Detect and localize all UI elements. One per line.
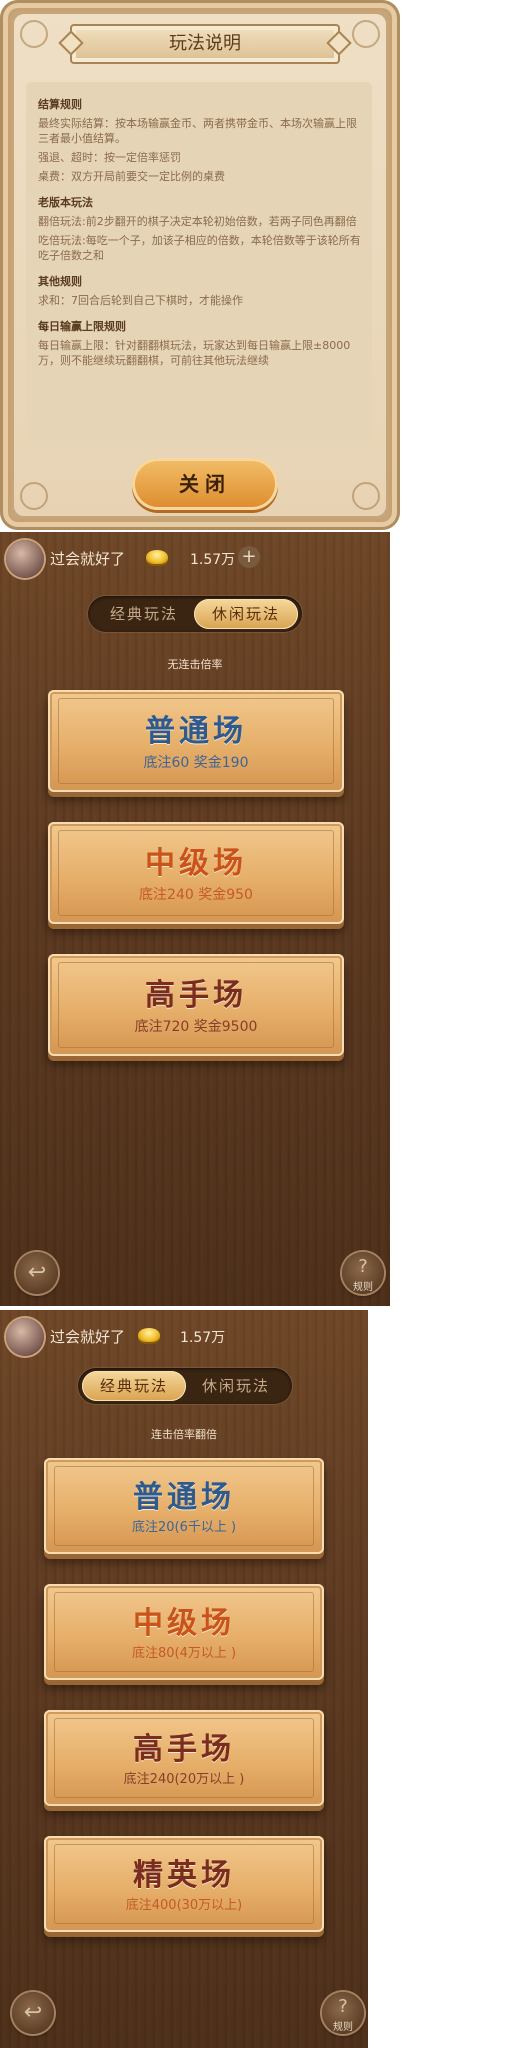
- rule-line: 最终实际结算：按本场输赢金币、两者携带金币、本场次输赢上限三者最小值结算。: [38, 117, 357, 145]
- tab-classic[interactable]: 经典玩法: [92, 599, 196, 629]
- gold-ingot-icon: [138, 1328, 160, 1342]
- mode-tabs: 经典玩法 休闲玩法: [88, 596, 302, 632]
- rule-line: 翻倍玩法:前2步翻开的棋子决定本轮初始倍数，若两子同色再翻倍: [38, 215, 357, 228]
- rules-button[interactable]: ? 规则: [342, 1252, 384, 1294]
- room-detail: 底注400(30万以上): [125, 1898, 243, 1913]
- mode-subtitle: 连击倍率翻倍: [151, 1428, 217, 1441]
- room-name: 普通场: [133, 1480, 235, 1515]
- rules-title: 玩法说明: [70, 24, 340, 64]
- rules-label: 规则: [333, 2022, 353, 2033]
- avatar[interactable]: [6, 1318, 44, 1356]
- mode-tabs: 经典玩法 休闲玩法: [78, 1368, 292, 1404]
- room-button-expert[interactable]: 高手场 底注240(20万以上 ): [44, 1710, 324, 1806]
- room-name: 中级场: [133, 1606, 235, 1641]
- room-button-normal[interactable]: 普通场 底注20(6千以上 ): [44, 1458, 324, 1554]
- mode-subtitle: 无连击倍率: [167, 658, 223, 671]
- user-bar: 过会就好了 1.57万 +: [0, 532, 390, 586]
- rule-line: 桌费：双方开局前要交一定比例的桌费: [38, 170, 225, 183]
- room-detail: 底注240(20万以上 ): [123, 1772, 245, 1787]
- classic-room-screen: 过会就好了 1.57万 经典玩法 休闲玩法 连击倍率翻倍 普通场 底注20(6千…: [0, 1310, 368, 2048]
- rules-dialog: 玩法说明 结算规则 最终实际结算：按本场输赢金币、两者携带金币、本场次输赢上限三…: [0, 0, 400, 530]
- room-button-elite[interactable]: 精英场 底注400(30万以上): [44, 1836, 324, 1932]
- room-detail: 底注240 奖金950: [139, 887, 253, 903]
- user-bar: 过会就好了 1.57万: [0, 1310, 368, 1364]
- corner-ornament-icon: [20, 482, 48, 510]
- gold-ingot-icon: [146, 550, 168, 564]
- corner-ornament-icon: [352, 20, 380, 48]
- avatar[interactable]: [6, 540, 44, 578]
- back-button[interactable]: ↩: [12, 1992, 54, 2034]
- room-button-expert[interactable]: 高手场 底注720 奖金9500: [48, 954, 344, 1056]
- tab-classic[interactable]: 经典玩法: [82, 1371, 186, 1401]
- corner-ornament-icon: [352, 482, 380, 510]
- back-button[interactable]: ↩: [16, 1252, 58, 1294]
- room-detail: 底注80(4万以上 ): [131, 1646, 237, 1661]
- room-detail: 底注720 奖金9500: [134, 1019, 258, 1035]
- room-name: 中级场: [145, 846, 247, 881]
- nickname: 过会就好了: [50, 1328, 126, 1346]
- section-heading: 其他规则: [38, 275, 82, 288]
- tab-casual[interactable]: 休闲玩法: [194, 599, 298, 629]
- room-name: 高手场: [145, 978, 247, 1013]
- corner-ornament-icon: [20, 20, 48, 48]
- room-name: 精英场: [133, 1858, 235, 1893]
- rule-line: 每日输赢上限：针对翻翻棋玩法，玩家达到每日输赢上限±8000万，则不能继续玩翻翻…: [38, 339, 351, 367]
- rule-line: 强退、超时：按一定倍率惩罚: [38, 151, 181, 164]
- casual-room-screen: 过会就好了 1.57万 + 经典玩法 休闲玩法 无连击倍率 普通场 底注60 奖…: [0, 532, 390, 1306]
- room-button-intermediate[interactable]: 中级场 底注240 奖金950: [48, 822, 344, 924]
- room-button-intermediate[interactable]: 中级场 底注80(4万以上 ): [44, 1584, 324, 1680]
- coin-balance: 1.57万: [190, 552, 236, 568]
- tab-casual[interactable]: 休闲玩法: [184, 1371, 288, 1401]
- back-arrow-icon: ↩: [23, 2000, 43, 2025]
- room-detail: 底注20(6千以上 ): [131, 1520, 237, 1535]
- room-name: 高手场: [133, 1732, 235, 1767]
- rule-line: 求和：7回合后轮到自己下棋时，才能操作: [38, 294, 243, 307]
- plus-icon: +: [241, 546, 257, 567]
- add-coins-button[interactable]: +: [238, 546, 260, 568]
- back-arrow-icon: ↩: [27, 1260, 47, 1285]
- room-name: 普通场: [145, 714, 247, 749]
- section-heading: 老版本玩法: [38, 196, 93, 209]
- rules-label: 规则: [353, 1282, 373, 1293]
- section-heading: 每日输赢上限规则: [38, 320, 126, 333]
- room-button-normal[interactable]: 普通场 底注60 奖金190: [48, 690, 344, 792]
- rules-content[interactable]: 结算规则 最终实际结算：按本场输赢金币、两者携带金币、本场次输赢上限三者最小值结…: [26, 82, 372, 442]
- rule-line: 吃倍玩法:每吃一个子，加该子相应的倍数，本轮倍数等于该轮所有吃子倍数之和: [38, 234, 361, 262]
- nickname: 过会就好了: [50, 550, 126, 568]
- coin-balance: 1.57万: [180, 1330, 226, 1346]
- rules-button[interactable]: ? 规则: [322, 1992, 364, 2034]
- room-detail: 底注60 奖金190: [143, 755, 249, 771]
- section-heading: 结算规则: [38, 98, 82, 111]
- close-button[interactable]: 关闭: [132, 458, 278, 510]
